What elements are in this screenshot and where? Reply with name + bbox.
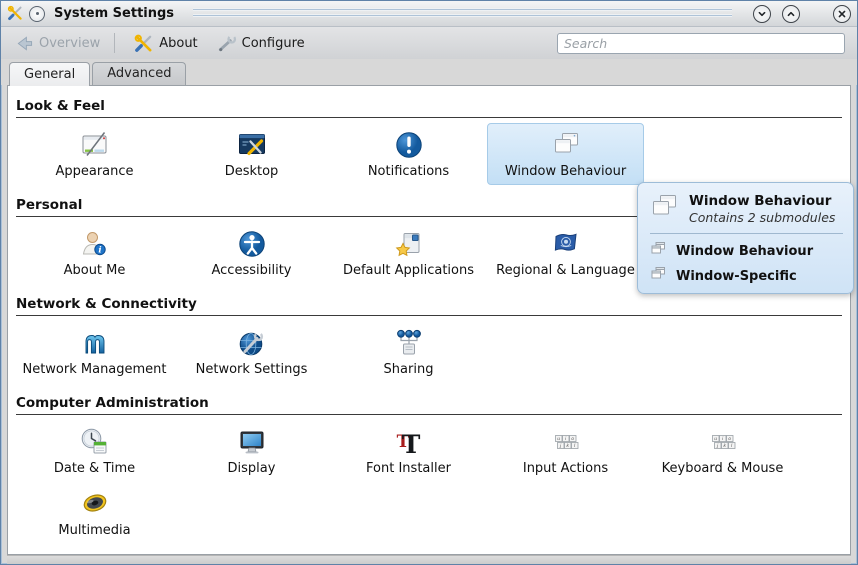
notifications-icon bbox=[393, 129, 425, 161]
svg-text:k: k bbox=[566, 443, 569, 449]
configure-button[interactable]: Configure bbox=[210, 31, 311, 56]
wrench-icon bbox=[216, 34, 237, 53]
search-input[interactable] bbox=[557, 33, 845, 54]
search-container bbox=[557, 33, 845, 54]
network-settings-icon bbox=[236, 327, 268, 359]
maximize-button[interactable] bbox=[782, 5, 800, 23]
back-arrow-icon bbox=[15, 35, 34, 52]
svg-text:T: T bbox=[401, 430, 420, 458]
font-installer-icon: T T bbox=[393, 426, 425, 458]
chevron-up-icon bbox=[785, 8, 797, 20]
module-keyboard-mouse[interactable]: uio jkl Keyboard & Mouse bbox=[644, 420, 801, 482]
module-accessibility[interactable]: Accessibility bbox=[173, 222, 330, 284]
close-icon bbox=[836, 8, 848, 20]
tooltip-title: Window Behaviour bbox=[689, 193, 835, 209]
svg-text:o: o bbox=[728, 437, 731, 442]
toolbar-separator bbox=[114, 33, 115, 53]
regional-language-icon bbox=[550, 228, 582, 260]
tab-bar: General Advanced bbox=[1, 59, 857, 85]
svg-text:i: i bbox=[98, 246, 101, 256]
default-applications-icon bbox=[393, 228, 425, 260]
chevron-down-icon bbox=[756, 8, 768, 20]
section-header-network: Network & Connectivity bbox=[16, 294, 842, 316]
section-header-look-feel: Look & Feel bbox=[16, 96, 842, 118]
window-menu-button[interactable] bbox=[29, 6, 45, 22]
window-behaviour-tooltip-icon bbox=[648, 191, 680, 227]
titlebar-stripes bbox=[193, 8, 732, 20]
module-regional-language[interactable]: Regional & Language bbox=[487, 222, 644, 284]
date-time-icon bbox=[79, 426, 111, 458]
module-window-behaviour[interactable]: Window Behaviour bbox=[487, 123, 644, 185]
module-notifications[interactable]: Notifications bbox=[330, 123, 487, 185]
appearance-icon bbox=[79, 129, 111, 161]
tooltip-divider bbox=[650, 233, 843, 234]
tab-advanced[interactable]: Advanced bbox=[92, 62, 186, 85]
section-grid-network: Network Management Network Settings bbox=[8, 316, 850, 385]
svg-text:u: u bbox=[557, 437, 560, 442]
tab-general[interactable]: General bbox=[9, 62, 90, 86]
accessibility-icon bbox=[236, 228, 268, 260]
input-actions-icon: uio jkl bbox=[550, 426, 582, 458]
about-me-icon: i bbox=[79, 228, 111, 260]
toolbar: Overview About Configure bbox=[1, 27, 857, 59]
svg-text:u: u bbox=[714, 437, 717, 442]
section-header-computer-admin: Computer Administration bbox=[16, 393, 842, 415]
window-behaviour-icon bbox=[550, 129, 582, 161]
tooltip-entry-window-specific[interactable]: Window-Specific bbox=[648, 264, 843, 289]
svg-text:o: o bbox=[571, 437, 574, 442]
module-network-settings[interactable]: Network Settings bbox=[173, 321, 330, 383]
module-network-management[interactable]: Network Management bbox=[16, 321, 173, 383]
network-management-icon bbox=[79, 327, 111, 359]
module-font-installer[interactable]: T T Font Installer bbox=[330, 420, 487, 482]
minimize-button[interactable] bbox=[753, 5, 771, 23]
tools-icon bbox=[133, 34, 154, 53]
module-input-actions[interactable]: uio jkl Input Actions bbox=[487, 420, 644, 482]
desktop-icon bbox=[236, 129, 268, 161]
module-appearance[interactable]: Appearance bbox=[16, 123, 173, 185]
tooltip-entry-window-behaviour[interactable]: Window Behaviour bbox=[648, 239, 843, 264]
overview-button[interactable]: Overview bbox=[9, 32, 106, 55]
about-button[interactable]: About bbox=[127, 31, 203, 56]
modules-panel: Look & Feel Appearance bbox=[7, 85, 851, 555]
module-display[interactable]: Display bbox=[173, 420, 330, 482]
tooltip-subtitle: Contains 2 submodules bbox=[689, 210, 835, 225]
close-button[interactable] bbox=[833, 5, 851, 23]
window-small-icon bbox=[650, 241, 666, 261]
module-default-applications[interactable]: Default Applications bbox=[330, 222, 487, 284]
sharing-icon bbox=[393, 327, 425, 359]
system-settings-window: System Settings Overview Abou bbox=[0, 0, 858, 565]
display-icon bbox=[236, 426, 268, 458]
window-behaviour-tooltip: Window Behaviour Contains 2 submodules W… bbox=[637, 182, 854, 294]
module-multimedia[interactable]: Multimedia bbox=[16, 482, 173, 544]
svg-text:k: k bbox=[723, 443, 726, 449]
module-date-time[interactable]: Date & Time bbox=[16, 420, 173, 482]
keyboard-mouse-icon: uio jkl bbox=[707, 426, 739, 458]
multimedia-icon bbox=[79, 488, 111, 520]
titlebar: System Settings bbox=[1, 1, 857, 27]
module-about-me[interactable]: i About Me bbox=[16, 222, 173, 284]
window-small-icon bbox=[650, 266, 666, 286]
section-grid-look-feel: Appearance Desktop bbox=[8, 118, 850, 187]
system-settings-app-icon bbox=[7, 5, 24, 22]
window-title: System Settings bbox=[50, 6, 178, 21]
section-grid-computer-admin: Date & Time Display T bbox=[8, 415, 850, 546]
module-sharing[interactable]: Sharing bbox=[330, 321, 487, 383]
module-desktop[interactable]: Desktop bbox=[173, 123, 330, 185]
status-bar bbox=[7, 555, 851, 564]
